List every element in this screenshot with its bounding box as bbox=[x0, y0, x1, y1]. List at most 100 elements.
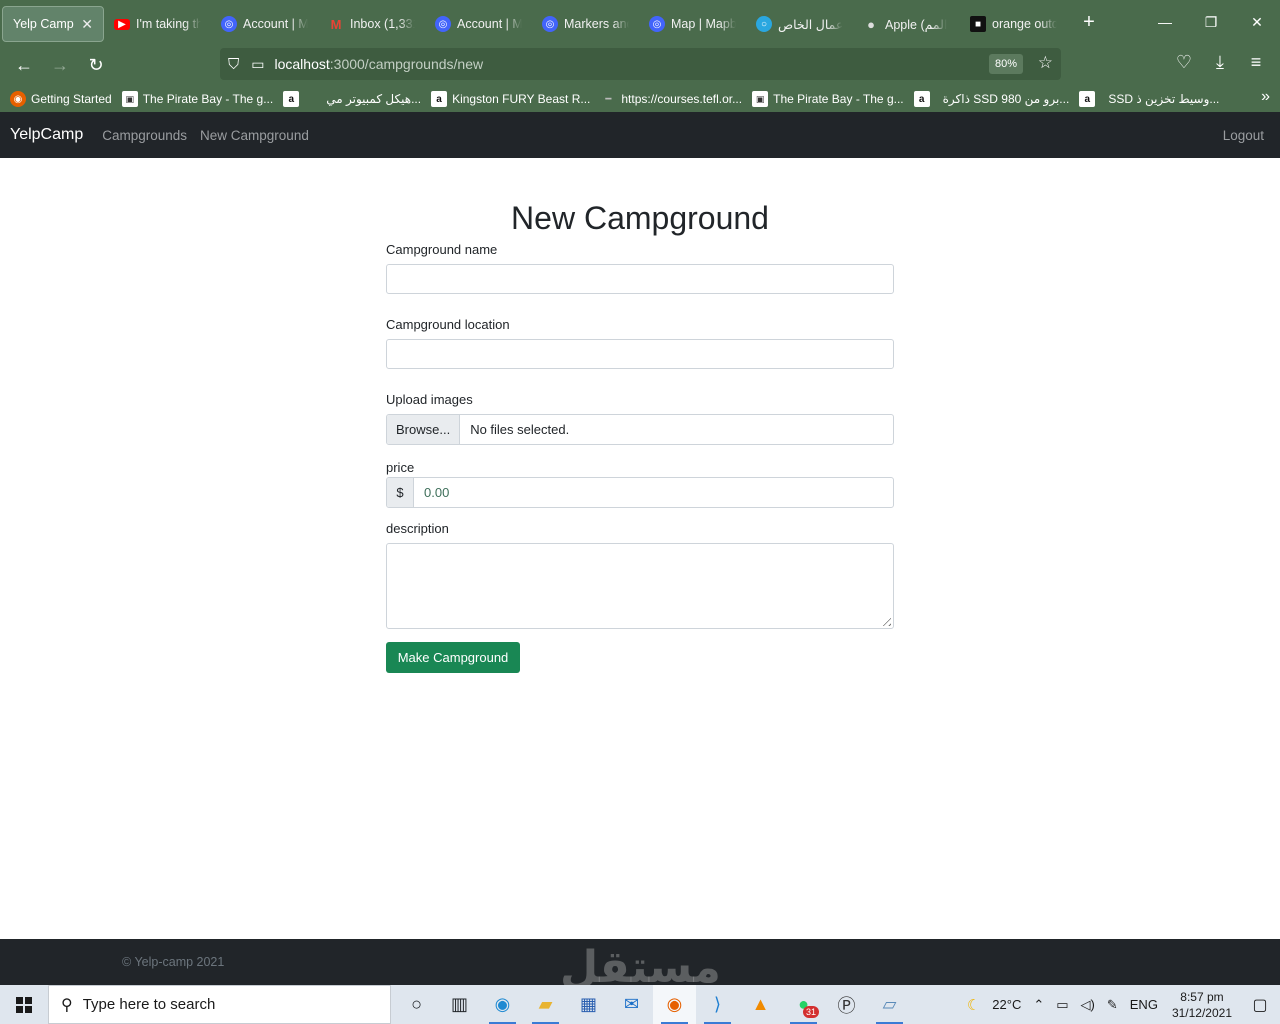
tab-map[interactable]: ◎ Map | Mapb bbox=[639, 6, 746, 42]
tab-yelp-camp[interactable]: Yelp Camp ✕ bbox=[2, 6, 104, 42]
bookmark-label: SSD وسيط تخزين ذ... bbox=[1108, 92, 1220, 106]
zoom-level-badge[interactable]: 80% bbox=[988, 54, 1023, 74]
download-icon[interactable]: ⤓ bbox=[1202, 44, 1238, 80]
page-title: New Campground bbox=[511, 200, 769, 236]
browser-tab-strip: Yelp Camp ✕ ▶ I'm taking th ◎ Account | … bbox=[0, 0, 1280, 44]
star-icon[interactable]: ☆ bbox=[1038, 53, 1053, 73]
price-input[interactable]: 0.00 bbox=[414, 478, 893, 507]
forward-button[interactable]: → bbox=[42, 47, 78, 83]
psiphon-icon[interactable]: Ⓟ bbox=[825, 985, 868, 1024]
store-icon[interactable]: ▦ bbox=[567, 985, 610, 1024]
description-label: description bbox=[386, 521, 449, 536]
language-indicator[interactable]: ENG bbox=[1124, 997, 1164, 1012]
bookmark-ssd-storage[interactable]: a SSD وسيط تخزين ذ... bbox=[1079, 91, 1219, 107]
tab-gmail[interactable]: M Inbox (1,331 bbox=[318, 6, 425, 42]
mail-icon[interactable]: ✉ bbox=[610, 985, 653, 1024]
price-label: price bbox=[386, 460, 415, 475]
chevron-right-icon[interactable]: » bbox=[1261, 88, 1270, 106]
resize-handle-icon[interactable] bbox=[879, 614, 891, 626]
vscode-icon[interactable]: ⟩ bbox=[696, 985, 739, 1024]
notification-center-icon[interactable]: ▢ bbox=[1240, 985, 1280, 1024]
tab-arabic-business[interactable]: ○ الأعمال الخاص bbox=[746, 6, 853, 42]
pocket-icon[interactable]: ♡ bbox=[1166, 44, 1202, 80]
network-icon[interactable]: ▭ bbox=[1050, 997, 1074, 1013]
mapbox-icon: ◎ bbox=[221, 16, 237, 32]
new-campground-form: New Campground Campground name Campgroun… bbox=[386, 158, 894, 673]
piratebay-icon: ▣ bbox=[752, 91, 769, 107]
bookmark-piratebay[interactable]: ▣ The Pirate Bay - The g... bbox=[121, 91, 274, 107]
bookmark-tefl[interactable]: ━ https://courses.tefl.or... bbox=[600, 91, 742, 107]
amazon-icon: a bbox=[431, 91, 448, 107]
file-explorer-icon[interactable]: ▰ bbox=[524, 985, 567, 1024]
clock[interactable]: 8:57 pm 31/12/2021 bbox=[1164, 989, 1240, 1021]
tab-title: Account | M bbox=[457, 17, 522, 31]
windows-taskbar: ⚲ Type here to search ○ ▥ ◉ ▰ ▦ ✉ ◉ ⟩ ▲ … bbox=[0, 985, 1280, 1024]
tab-title: Inbox (1,331 bbox=[350, 17, 415, 31]
chevron-up-icon[interactable]: ⌃ bbox=[1027, 997, 1050, 1013]
bookmark-kingston[interactable]: a Kingston FURY Beast R... bbox=[431, 91, 590, 107]
mapbox-icon: ◎ bbox=[649, 16, 665, 32]
start-button[interactable] bbox=[0, 985, 48, 1024]
reload-button[interactable]: ↻ bbox=[78, 47, 114, 83]
close-icon[interactable]: ✕ bbox=[81, 16, 93, 33]
description-textarea[interactable] bbox=[386, 543, 894, 629]
whatsapp-icon[interactable]: ● 31 bbox=[782, 985, 825, 1024]
tab-mapbox-account[interactable]: ◎ Account | M bbox=[211, 6, 318, 42]
tab-youtube[interactable]: ▶ I'm taking th bbox=[104, 6, 211, 42]
bookmark-label: هيكل كمبيوتر مي... bbox=[326, 92, 422, 106]
back-button[interactable]: ← bbox=[6, 47, 42, 83]
menu-icon[interactable]: ≡ bbox=[1238, 44, 1274, 80]
url-text[interactable]: localhost:3000/campgrounds/new bbox=[275, 56, 484, 72]
brand-link[interactable]: YelpCamp bbox=[10, 126, 83, 144]
firefox-icon[interactable]: ◉ bbox=[653, 985, 696, 1024]
address-bar[interactable]: ⛉ ▭ localhost:3000/campgrounds/new 80% ☆ bbox=[220, 48, 1061, 80]
campground-name-input[interactable] bbox=[386, 264, 894, 294]
tab-markers[interactable]: ◎ Markers and bbox=[532, 6, 639, 42]
task-view-icon[interactable]: ▥ bbox=[438, 985, 481, 1024]
file-upload-input[interactable]: Browse... No files selected. bbox=[386, 414, 894, 445]
window-controls: — ❐ ✕ bbox=[1142, 0, 1280, 44]
browse-button[interactable]: Browse... bbox=[387, 415, 461, 444]
notepad-icon[interactable]: ▱ bbox=[868, 985, 911, 1024]
minimize-button[interactable]: — bbox=[1142, 0, 1188, 44]
amazon-icon: a bbox=[913, 91, 930, 107]
campground-location-input[interactable] bbox=[386, 339, 894, 369]
taskbar-search[interactable]: ⚲ Type here to search bbox=[48, 985, 391, 1024]
bookmark-piratebay-2[interactable]: ▣ The Pirate Bay - The g... bbox=[752, 91, 904, 107]
tab-title: Markers and bbox=[564, 17, 629, 31]
bookmark-getting-started[interactable]: ◉ Getting Started bbox=[10, 91, 112, 107]
bookmark-ssd-980[interactable]: a ذاكرة SSD 980 برو من... bbox=[913, 91, 1069, 107]
page-icon[interactable]: ▭ bbox=[251, 56, 264, 73]
make-campground-button[interactable]: Make Campground bbox=[386, 642, 520, 673]
mapbox-icon: ◎ bbox=[542, 16, 558, 32]
cortana-icon[interactable]: ○ bbox=[395, 985, 438, 1024]
bookmark-label: Getting Started bbox=[31, 92, 112, 106]
restore-button[interactable]: ❐ bbox=[1188, 0, 1234, 44]
close-window-button[interactable]: ✕ bbox=[1234, 0, 1280, 44]
volume-icon[interactable]: ◁) bbox=[1075, 997, 1101, 1013]
tab-orange[interactable]: ■ orange outd bbox=[960, 6, 1067, 42]
logout-link[interactable]: Logout bbox=[1223, 128, 1264, 143]
moon-icon[interactable]: ☾ bbox=[961, 996, 986, 1014]
pen-icon[interactable]: ✎ bbox=[1101, 997, 1124, 1013]
new-tab-button[interactable]: + bbox=[1071, 4, 1107, 40]
nav-link-new-campground[interactable]: New Campground bbox=[200, 128, 309, 143]
vlc-icon[interactable]: ▲ bbox=[739, 985, 782, 1024]
notification-badge: 31 bbox=[802, 1006, 819, 1018]
tab-title: الأعمال الخاص bbox=[778, 17, 843, 32]
bookmark-label: The Pirate Bay - The g... bbox=[773, 92, 904, 106]
site-navbar: YelpCamp Campgrounds New Campground Logo… bbox=[0, 112, 1280, 158]
shield-icon[interactable]: ⛉ bbox=[228, 56, 239, 73]
bookmark-amazon-case[interactable]: a هيكل كمبيوتر مي... bbox=[283, 91, 421, 107]
edge-icon[interactable]: ◉ bbox=[481, 985, 524, 1024]
tab-apple[interactable]: ● Apple (المم bbox=[853, 6, 960, 42]
weather-temperature[interactable]: 22°C bbox=[986, 997, 1027, 1012]
clock-time: 8:57 pm bbox=[1180, 989, 1224, 1004]
price-input-group: $ 0.00 bbox=[386, 477, 894, 508]
bookmark-label: https://courses.tefl.or... bbox=[621, 92, 743, 106]
bookmark-label: The Pirate Bay - The g... bbox=[142, 92, 274, 106]
search-icon: ⚲ bbox=[61, 996, 73, 1014]
tab-mapbox-account-2[interactable]: ◎ Account | M bbox=[425, 6, 532, 42]
nav-link-campgrounds[interactable]: Campgrounds bbox=[102, 128, 187, 143]
